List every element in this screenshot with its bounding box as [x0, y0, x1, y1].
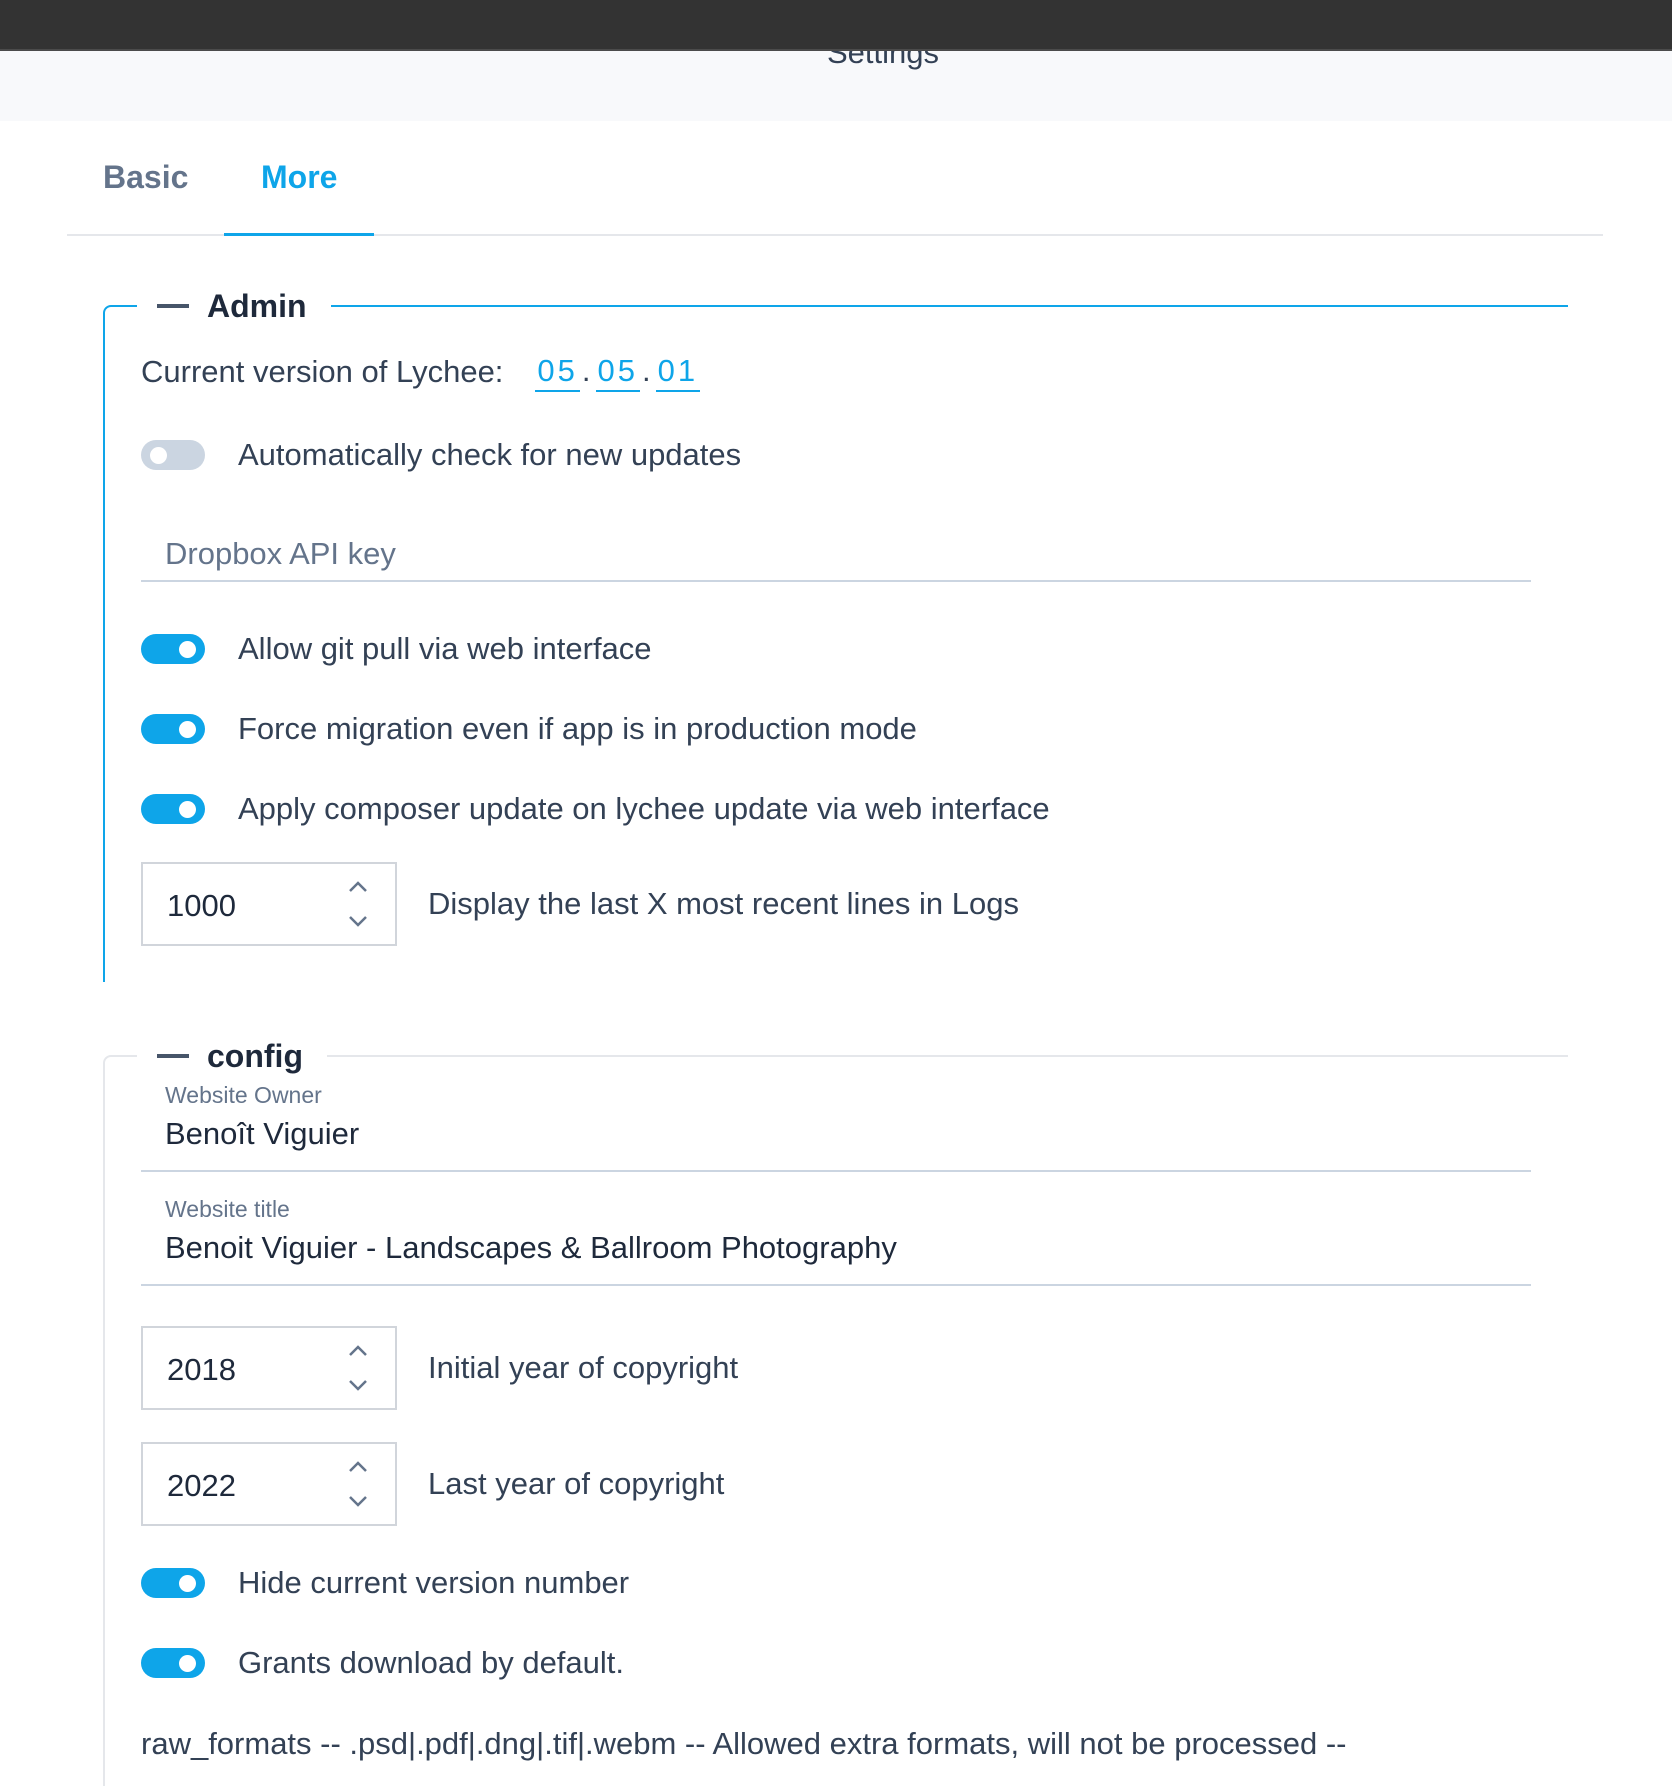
log-lines-row: 1000 Display the last X most recent line…: [141, 862, 1019, 946]
hide-version-row: Hide current version number: [141, 1564, 629, 1602]
version-major: 05: [535, 353, 580, 392]
hide-version-label: Hide current version number: [238, 1565, 630, 1600]
tab-basic[interactable]: Basic: [103, 159, 188, 196]
version-separator: .: [642, 352, 654, 388]
last-year-value: 2022: [167, 1468, 236, 1503]
page-title: Settings: [826, 51, 939, 70]
admin-legend[interactable]: Admin: [137, 283, 331, 329]
minus-icon: [157, 304, 189, 308]
force-migration-label: Force migration even if app is in produc…: [238, 711, 917, 746]
initial-year-value: 2018: [167, 1352, 236, 1387]
last-year-row: 2022 Last year of copyright: [141, 1442, 724, 1526]
initial-year-input[interactable]: 2018: [141, 1326, 397, 1410]
log-lines-input[interactable]: 1000: [141, 862, 397, 946]
website-title-label: Website title: [165, 1196, 290, 1222]
chevron-down-icon[interactable]: [347, 1494, 369, 1508]
grants-download-toggle[interactable]: [141, 1648, 205, 1678]
grants-download-row: Grants download by default.: [141, 1644, 624, 1682]
log-lines-label: Display the last X most recent lines in …: [428, 886, 1019, 921]
git-pull-toggle[interactable]: [141, 634, 205, 664]
version-patch: 01: [655, 353, 701, 392]
grants-download-label: Grants download by default.: [238, 1645, 625, 1680]
auto-check-toggle[interactable]: [141, 440, 205, 470]
composer-update-toggle[interactable]: [141, 794, 205, 824]
force-migration-row: Force migration even if app is in produc…: [141, 710, 917, 748]
chevron-up-icon[interactable]: [347, 1460, 369, 1474]
tab-bar: Basic More: [67, 121, 1603, 236]
version-row: Current version of Lychee: 05 . 05 . 01: [141, 352, 701, 392]
toggle-knob: [179, 721, 196, 738]
version-separator: .: [581, 352, 594, 388]
git-pull-label: Allow git pull via web interface: [238, 631, 652, 666]
website-title-value: Benoit Viguier - Landscapes & Ballroom P…: [165, 1230, 897, 1265]
last-year-input[interactable]: 2022: [141, 1442, 397, 1526]
composer-update-row: Apply composer update on lychee update v…: [141, 790, 1050, 828]
dropbox-api-key-input[interactable]: [141, 510, 1531, 582]
version-minor: 05: [595, 353, 641, 392]
website-owner-label: Website Owner: [165, 1082, 322, 1108]
config-legend-label: config: [207, 1037, 303, 1074]
website-owner-value: Benoît Viguier: [165, 1116, 360, 1151]
chevron-up-icon[interactable]: [347, 880, 369, 894]
toggle-knob: [179, 1575, 196, 1592]
top-bar: [0, 0, 1672, 51]
config-legend[interactable]: config: [137, 1033, 327, 1079]
initial-year-row: 2018 Initial year of copyright: [141, 1326, 738, 1410]
website-owner-field[interactable]: Website Owner Benoît Viguier: [141, 1082, 1531, 1172]
hide-version-toggle[interactable]: [141, 1568, 205, 1598]
toggle-knob: [179, 801, 196, 818]
page-header: Settings: [0, 51, 1672, 121]
website-title-field[interactable]: Website title Benoit Viguier - Landscape…: [141, 1196, 1531, 1286]
raw-formats-description: raw_formats -- .psd|.pdf|.dng|.tif|.webm…: [141, 1726, 1347, 1761]
minus-icon: [157, 1054, 189, 1058]
auto-check-row: Automatically check for new updates: [141, 436, 741, 474]
toggle-knob: [179, 1655, 196, 1672]
version-label: Current version of Lychee:: [141, 354, 504, 389]
toggle-knob: [150, 447, 167, 464]
log-lines-value: 1000: [167, 888, 236, 923]
active-tab-indicator: [224, 233, 374, 236]
last-year-label: Last year of copyright: [428, 1466, 725, 1501]
chevron-up-icon[interactable]: [347, 1344, 369, 1358]
initial-year-label: Initial year of copyright: [428, 1350, 739, 1385]
force-migration-toggle[interactable]: [141, 714, 205, 744]
chevron-down-icon[interactable]: [347, 914, 369, 928]
tab-more[interactable]: More: [261, 159, 337, 196]
chevron-down-icon[interactable]: [347, 1378, 369, 1392]
composer-update-label: Apply composer update on lychee update v…: [238, 791, 1050, 826]
toggle-knob: [179, 641, 196, 658]
auto-check-label: Automatically check for new updates: [238, 437, 742, 472]
version-number[interactable]: 05 . 05 . 01: [535, 352, 701, 392]
admin-legend-label: Admin: [207, 287, 307, 324]
git-pull-row: Allow git pull via web interface: [141, 630, 652, 668]
